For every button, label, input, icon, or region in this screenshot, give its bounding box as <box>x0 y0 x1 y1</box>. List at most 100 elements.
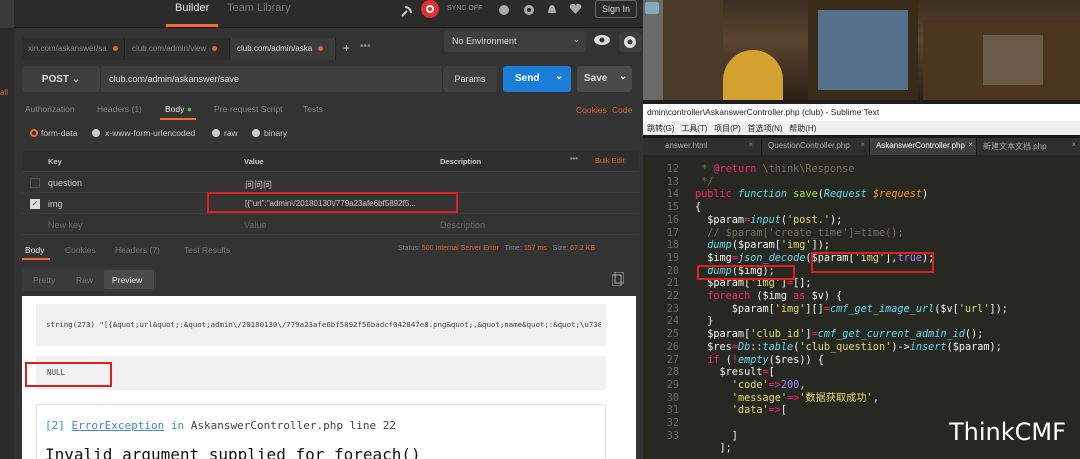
new-key-input[interactable]: New key <box>48 220 83 230</box>
resp-tab-headers[interactable]: Headers (7) <box>115 245 160 255</box>
request-tab-1[interactable]: xin.com/askanswer/sa <box>22 38 125 60</box>
view-preview[interactable]: Preview <box>112 275 142 285</box>
wrench-icon[interactable] <box>498 4 510 16</box>
line-number: 27 <box>666 354 679 366</box>
code-link[interactable]: Code <box>612 105 632 115</box>
eye-icon[interactable] <box>593 33 611 47</box>
params-button[interactable]: Params <box>443 66 497 92</box>
method-select[interactable]: POST ⌄ <box>22 66 100 92</box>
radio-urlencoded[interactable] <box>92 129 100 137</box>
radio-form-data[interactable] <box>30 129 38 137</box>
sublime-titlebar: dmin\controller\AskanswerController.php … <box>643 104 1080 121</box>
dump-string: string(273) "[{&quot;url&quot;:&quot;adm… <box>46 320 601 329</box>
radio-label: raw <box>224 128 238 138</box>
code-line: } <box>695 316 714 328</box>
size-value: 67.2 KB <box>570 245 596 252</box>
row-key[interactable]: question <box>48 178 82 188</box>
bulk-edit-link[interactable]: Bulk Edit <box>595 156 625 165</box>
scene-door <box>983 35 1043 85</box>
watermark: ThinkCMF <box>949 418 1066 446</box>
file-tab-new[interactable]: 新建文本文档.php × <box>977 138 1080 155</box>
error-link[interactable]: ErrorException <box>72 419 165 432</box>
code-line: $param['img'][]=cmf_get_image_url($v['ur… <box>695 303 1008 315</box>
menu-project[interactable]: 项目(P) <box>714 124 741 133</box>
close-icon[interactable]: × <box>1071 140 1076 149</box>
annotation-box <box>697 265 795 280</box>
status-value: 500 Internal Server Error <box>421 245 499 252</box>
radio-binary[interactable] <box>252 129 260 137</box>
builder-tab[interactable]: Builder <box>175 2 209 14</box>
col-value: Value <box>244 157 264 166</box>
gear-icon[interactable] <box>619 32 641 52</box>
line-number: 20 <box>666 265 679 277</box>
more-options-icon[interactable]: ••• <box>570 154 578 163</box>
sync-status-icon[interactable] <box>421 0 439 18</box>
line-number: 30 <box>666 392 679 404</box>
row-checkbox[interactable] <box>30 178 40 188</box>
more-tabs-button[interactable]: ••• <box>360 41 371 52</box>
menu-preferences[interactable]: 首选项(N) <box>747 124 782 133</box>
annotation-box <box>25 362 112 387</box>
bell-icon[interactable] <box>546 3 558 16</box>
tab-body[interactable]: Body ● <box>165 104 192 114</box>
url-input[interactable]: club.com/admin/askanswer/save <box>101 66 442 92</box>
annotation-box <box>207 192 458 213</box>
row-checkbox-checked[interactable]: ✓ <box>30 199 40 209</box>
row-key[interactable]: img <box>48 199 63 209</box>
sidebar-label: all <box>0 88 9 97</box>
line-number: 26 <box>666 341 679 353</box>
code-line: $param=input('post.'); <box>695 214 843 226</box>
body-tab-underline <box>160 118 196 120</box>
close-icon[interactable]: × <box>968 140 973 149</box>
sidebar-toggle[interactable] <box>0 0 14 28</box>
settings-icon[interactable] <box>523 4 535 16</box>
tab-headers[interactable]: Headers (1) <box>97 104 142 114</box>
line-number: 23 <box>666 303 679 315</box>
file-tab-askanswer-active[interactable]: AskanswerController.php × <box>870 138 976 155</box>
heart-icon[interactable] <box>569 3 582 15</box>
null-block: NULL <box>36 356 606 390</box>
view-raw[interactable]: Raw <box>76 275 93 285</box>
menu-help[interactable]: 帮助(H) <box>789 124 816 133</box>
copy-icon[interactable] <box>612 272 624 286</box>
send-button[interactable]: Send ⌄ <box>503 66 571 92</box>
chevron-down-icon: ⌄ <box>572 34 580 44</box>
line-number: 33 <box>666 430 679 442</box>
resp-tab-test-results[interactable]: Test Results <box>184 245 230 255</box>
sync-label: SYNC OFF <box>447 5 483 12</box>
postman-window: Builder Team Library SYNC OFF Sign In al… <box>0 0 643 459</box>
new-description-input[interactable]: Description <box>440 220 485 230</box>
error-title: [2] ErrorException in AskanswerControlle… <box>45 419 397 432</box>
new-value-input[interactable]: Value <box>244 220 266 230</box>
close-icon[interactable]: × <box>860 140 865 149</box>
environment-select[interactable]: No Environment ⌄ <box>444 31 586 52</box>
line-number: 17 <box>666 227 679 239</box>
sublime-tabbar: answer.html × QuestionController.php × Ask… <box>643 135 1080 155</box>
view-pretty[interactable]: Pretty <box>33 275 55 285</box>
menu-goto[interactable]: 跳转(G) <box>647 124 675 133</box>
tab-tests[interactable]: Tests <box>303 104 323 114</box>
cookies-link[interactable]: Cookies <box>576 105 607 115</box>
radio-raw[interactable] <box>212 129 220 137</box>
dump-block: string(273) "[{&quot;url&quot;:&quot;adm… <box>36 304 606 346</box>
satellite-icon[interactable] <box>400 4 414 18</box>
resp-tab-cookies[interactable]: Cookies <box>65 245 96 255</box>
request-tab-3[interactable]: club.com/admin/aska <box>231 38 336 60</box>
menu-tools[interactable]: 工具(T) <box>681 124 707 133</box>
team-library-tab[interactable]: Team Library <box>227 2 291 14</box>
radio-label: form-data <box>41 128 78 138</box>
file-tab-question[interactable]: QuestionController.php × <box>762 138 869 155</box>
file-tab-answer[interactable]: answer.html × <box>643 138 761 155</box>
code-line: if (!empty($res)) { <box>707 354 824 366</box>
request-tab-2[interactable]: club.com/admin/view <box>126 38 230 60</box>
tab-prerequest[interactable]: Pre-request Script <box>214 104 283 114</box>
tab-authorization[interactable]: Authorization <box>25 104 75 114</box>
resp-tab-body[interactable]: Body <box>25 245 44 255</box>
sign-in-button[interactable]: Sign In <box>595 0 637 18</box>
close-icon[interactable]: × <box>748 140 753 149</box>
save-button[interactable]: Save ⌄ <box>577 66 632 92</box>
error-message: Invalid argument supplied for foreach() <box>45 445 421 459</box>
new-tab-button[interactable]: + <box>343 41 350 55</box>
scene-shape <box>645 2 659 14</box>
row-value[interactable]: 问问问 <box>245 178 272 191</box>
